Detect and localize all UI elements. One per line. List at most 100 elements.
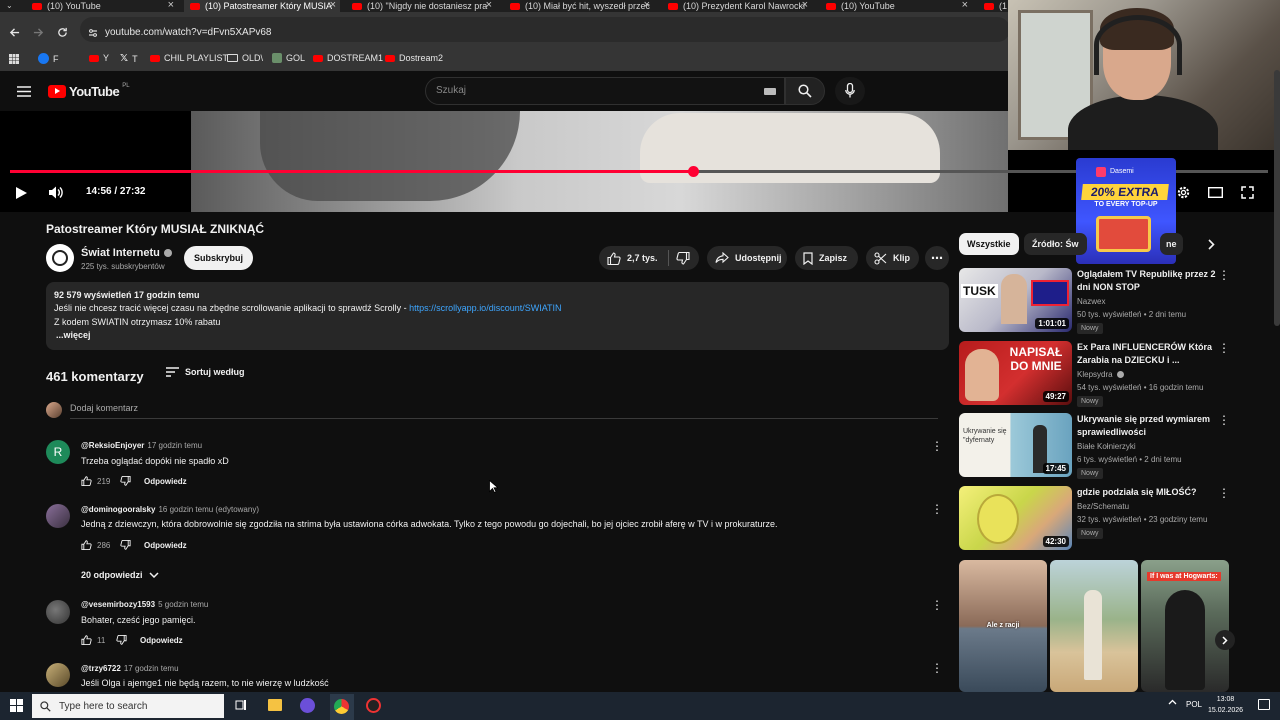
bookmark-folder-old[interactable]: OLD\ (227, 53, 263, 63)
comment-time[interactable]: 16 godzin temu (edytowany) (158, 505, 259, 514)
comment-avatar[interactable]: R (46, 440, 70, 464)
browser-tab[interactable]: (10) Prezydent Karol Nawrocki × (662, 0, 812, 12)
description-link[interactable]: https://scrollyapp.io/discount/SWIATIN (409, 303, 561, 313)
task-view-icon[interactable] (235, 699, 247, 711)
thumb-up-icon[interactable] (81, 540, 92, 550)
comment-menu-icon[interactable]: ⋮ (931, 439, 943, 453)
close-tab-icon[interactable]: × (168, 0, 174, 11)
more-actions-button[interactable]: ⋯ (925, 246, 949, 270)
channel-name[interactable]: Świat Internetu (81, 247, 172, 259)
bookmark-facebook[interactable]: F (38, 53, 59, 64)
shorts-next-button[interactable] (1215, 630, 1235, 650)
reload-icon[interactable] (57, 27, 68, 38)
bookmark-dostream1[interactable]: DOSTREAM1 (313, 53, 383, 63)
thumb-down-icon[interactable] (116, 635, 127, 645)
description-box[interactable]: 92 579 wyświetleń 17 godzin temu Jeśli n… (46, 282, 949, 350)
comment-time[interactable]: 17 godzin temu (124, 664, 179, 673)
input-language[interactable]: POL (1186, 700, 1202, 709)
taskbar-app-icon[interactable] (300, 698, 315, 713)
search-button[interactable] (785, 77, 825, 105)
close-tab-icon[interactable]: × (644, 0, 650, 11)
bookmark-chil-playlist[interactable]: CHIL PLAYLIST (150, 53, 228, 63)
comment-author[interactable]: @dominogooralsky 16 godzin temu (edytowan… (81, 505, 259, 514)
chip-related[interactable]: ne (1160, 233, 1183, 255)
show-replies-button[interactable]: 20 odpowiedzi (81, 570, 159, 580)
settings-gear-icon[interactable] (1176, 185, 1191, 200)
video-channel[interactable]: Nazwex (1077, 297, 1105, 306)
add-comment-input[interactable]: Dodaj komentarz (70, 403, 138, 413)
subscribe-button[interactable]: Subskrybuj (184, 246, 253, 270)
hamburger-menu-icon[interactable] (17, 86, 31, 97)
video-thumbnail[interactable]: 42:30 (959, 486, 1072, 550)
close-tab-icon[interactable]: × (330, 0, 336, 11)
video-title[interactable]: Oglądałem TV Republikę przez 2 dni NON S… (1077, 268, 1217, 294)
chrome-icon[interactable] (330, 694, 354, 720)
play-icon[interactable] (15, 186, 28, 200)
comment-time[interactable]: 17 godzin temu (147, 441, 202, 450)
voice-search-button[interactable] (835, 77, 865, 105)
apps-grid-icon[interactable] (9, 54, 19, 64)
page-scrollbar[interactable] (1274, 70, 1280, 326)
search-input[interactable]: Szukaj (425, 77, 785, 105)
sort-comments-button[interactable]: Sortuj według (166, 367, 245, 377)
video-menu-icon[interactable]: ⋮ (1218, 341, 1230, 355)
progress-scrubber-handle[interactable] (688, 166, 699, 177)
reply-button[interactable]: Odpowiedz (144, 541, 187, 550)
comment-author[interactable]: @trzy6722 17 godzin temu (81, 664, 179, 673)
comment-author[interactable]: @vesemirbozy1593 5 godzin temu (81, 600, 208, 609)
video-channel[interactable]: Białe Kołnierzyki (1077, 442, 1136, 451)
thumb-down-icon[interactable] (120, 476, 131, 486)
file-explorer-icon[interactable] (268, 699, 282, 711)
video-title[interactable]: Ukrywanie się przed wymiarem sprawiedliw… (1077, 413, 1217, 439)
browser-tab[interactable]: (10) YouTube × (28, 0, 178, 12)
chevron-right-icon[interactable] (1208, 239, 1215, 250)
video-thumbnail[interactable]: TUSK 1:01:01 (959, 268, 1072, 332)
fullscreen-icon[interactable] (1241, 186, 1254, 199)
video-menu-icon[interactable]: ⋮ (1218, 486, 1230, 500)
comment-menu-icon[interactable]: ⋮ (931, 598, 943, 612)
back-icon[interactable] (9, 27, 20, 38)
short-thumbnail[interactable]: Ale z racji (959, 560, 1047, 692)
share-button[interactable]: Udostępnij (707, 246, 787, 270)
bookmark-youtube[interactable]: Y (89, 53, 109, 63)
short-thumbnail[interactable]: If I was at Hogwarts: (1141, 560, 1229, 692)
browser-tab[interactable]: (1 (980, 0, 1008, 12)
browser-tab[interactable]: (10) Miał być hit, wyszedł przec × (504, 0, 654, 12)
youtube-logo[interactable]: YouTube PL (48, 83, 130, 99)
comment-avatar[interactable] (46, 504, 70, 528)
thumb-up-icon[interactable] (81, 476, 92, 486)
taskbar-clock[interactable]: 13:08 15.02.2026 (1208, 694, 1243, 716)
author-handle[interactable]: @dominogooralsky (81, 505, 155, 514)
description-more[interactable]: ...więcej (56, 330, 91, 340)
theater-mode-icon[interactable] (1208, 187, 1223, 198)
video-channel[interactable]: Klepsydra (1077, 370, 1124, 379)
browser-tab[interactable]: (10) YouTube × (820, 0, 972, 12)
video-menu-icon[interactable]: ⋮ (1218, 413, 1230, 427)
like-button[interactable]: 2,7 tys. (599, 251, 658, 265)
dislike-button[interactable] (675, 251, 690, 265)
bookmark-gol[interactable]: GOL (272, 53, 305, 63)
notifications-icon[interactable] (1258, 699, 1270, 710)
comment-menu-icon[interactable]: ⋮ (931, 661, 943, 675)
tab-search-icon[interactable]: ⌄ (6, 1, 18, 11)
video-thumbnail[interactable]: NAPISAŁ DO MNIE 49:27 (959, 341, 1072, 405)
bookmark-dostream2[interactable]: Dostream2 (385, 53, 443, 63)
video-thumbnail[interactable]: Ukrywanie się "dyfernaty 17:45 (959, 413, 1072, 477)
reply-button[interactable]: Odpowiedz (144, 477, 187, 486)
windows-start-icon[interactable] (10, 699, 23, 712)
author-handle[interactable]: @ReksioEnjoyer (81, 441, 144, 450)
forward-icon[interactable] (33, 27, 44, 38)
chip-all[interactable]: Wszystkie (959, 233, 1019, 255)
close-tab-icon[interactable]: × (486, 0, 492, 11)
taskbar-app-icon[interactable] (366, 698, 381, 713)
bookmark-x[interactable]: 𝕏 T (120, 53, 138, 64)
save-button[interactable]: Zapisz (795, 246, 858, 270)
volume-icon[interactable] (48, 185, 64, 200)
channel-avatar[interactable] (46, 244, 74, 272)
author-handle[interactable]: @trzy6722 (81, 664, 121, 673)
comment-author[interactable]: @ReksioEnjoyer 17 godzin temu (81, 441, 202, 450)
close-tab-icon[interactable]: × (802, 0, 808, 11)
video-title[interactable]: gdzie podziała się MIŁOŚĆ? (1077, 486, 1217, 499)
short-thumbnail[interactable] (1050, 560, 1138, 692)
browser-tab[interactable]: (10) "Nigdy nie dostaniesz pra × (346, 0, 496, 12)
